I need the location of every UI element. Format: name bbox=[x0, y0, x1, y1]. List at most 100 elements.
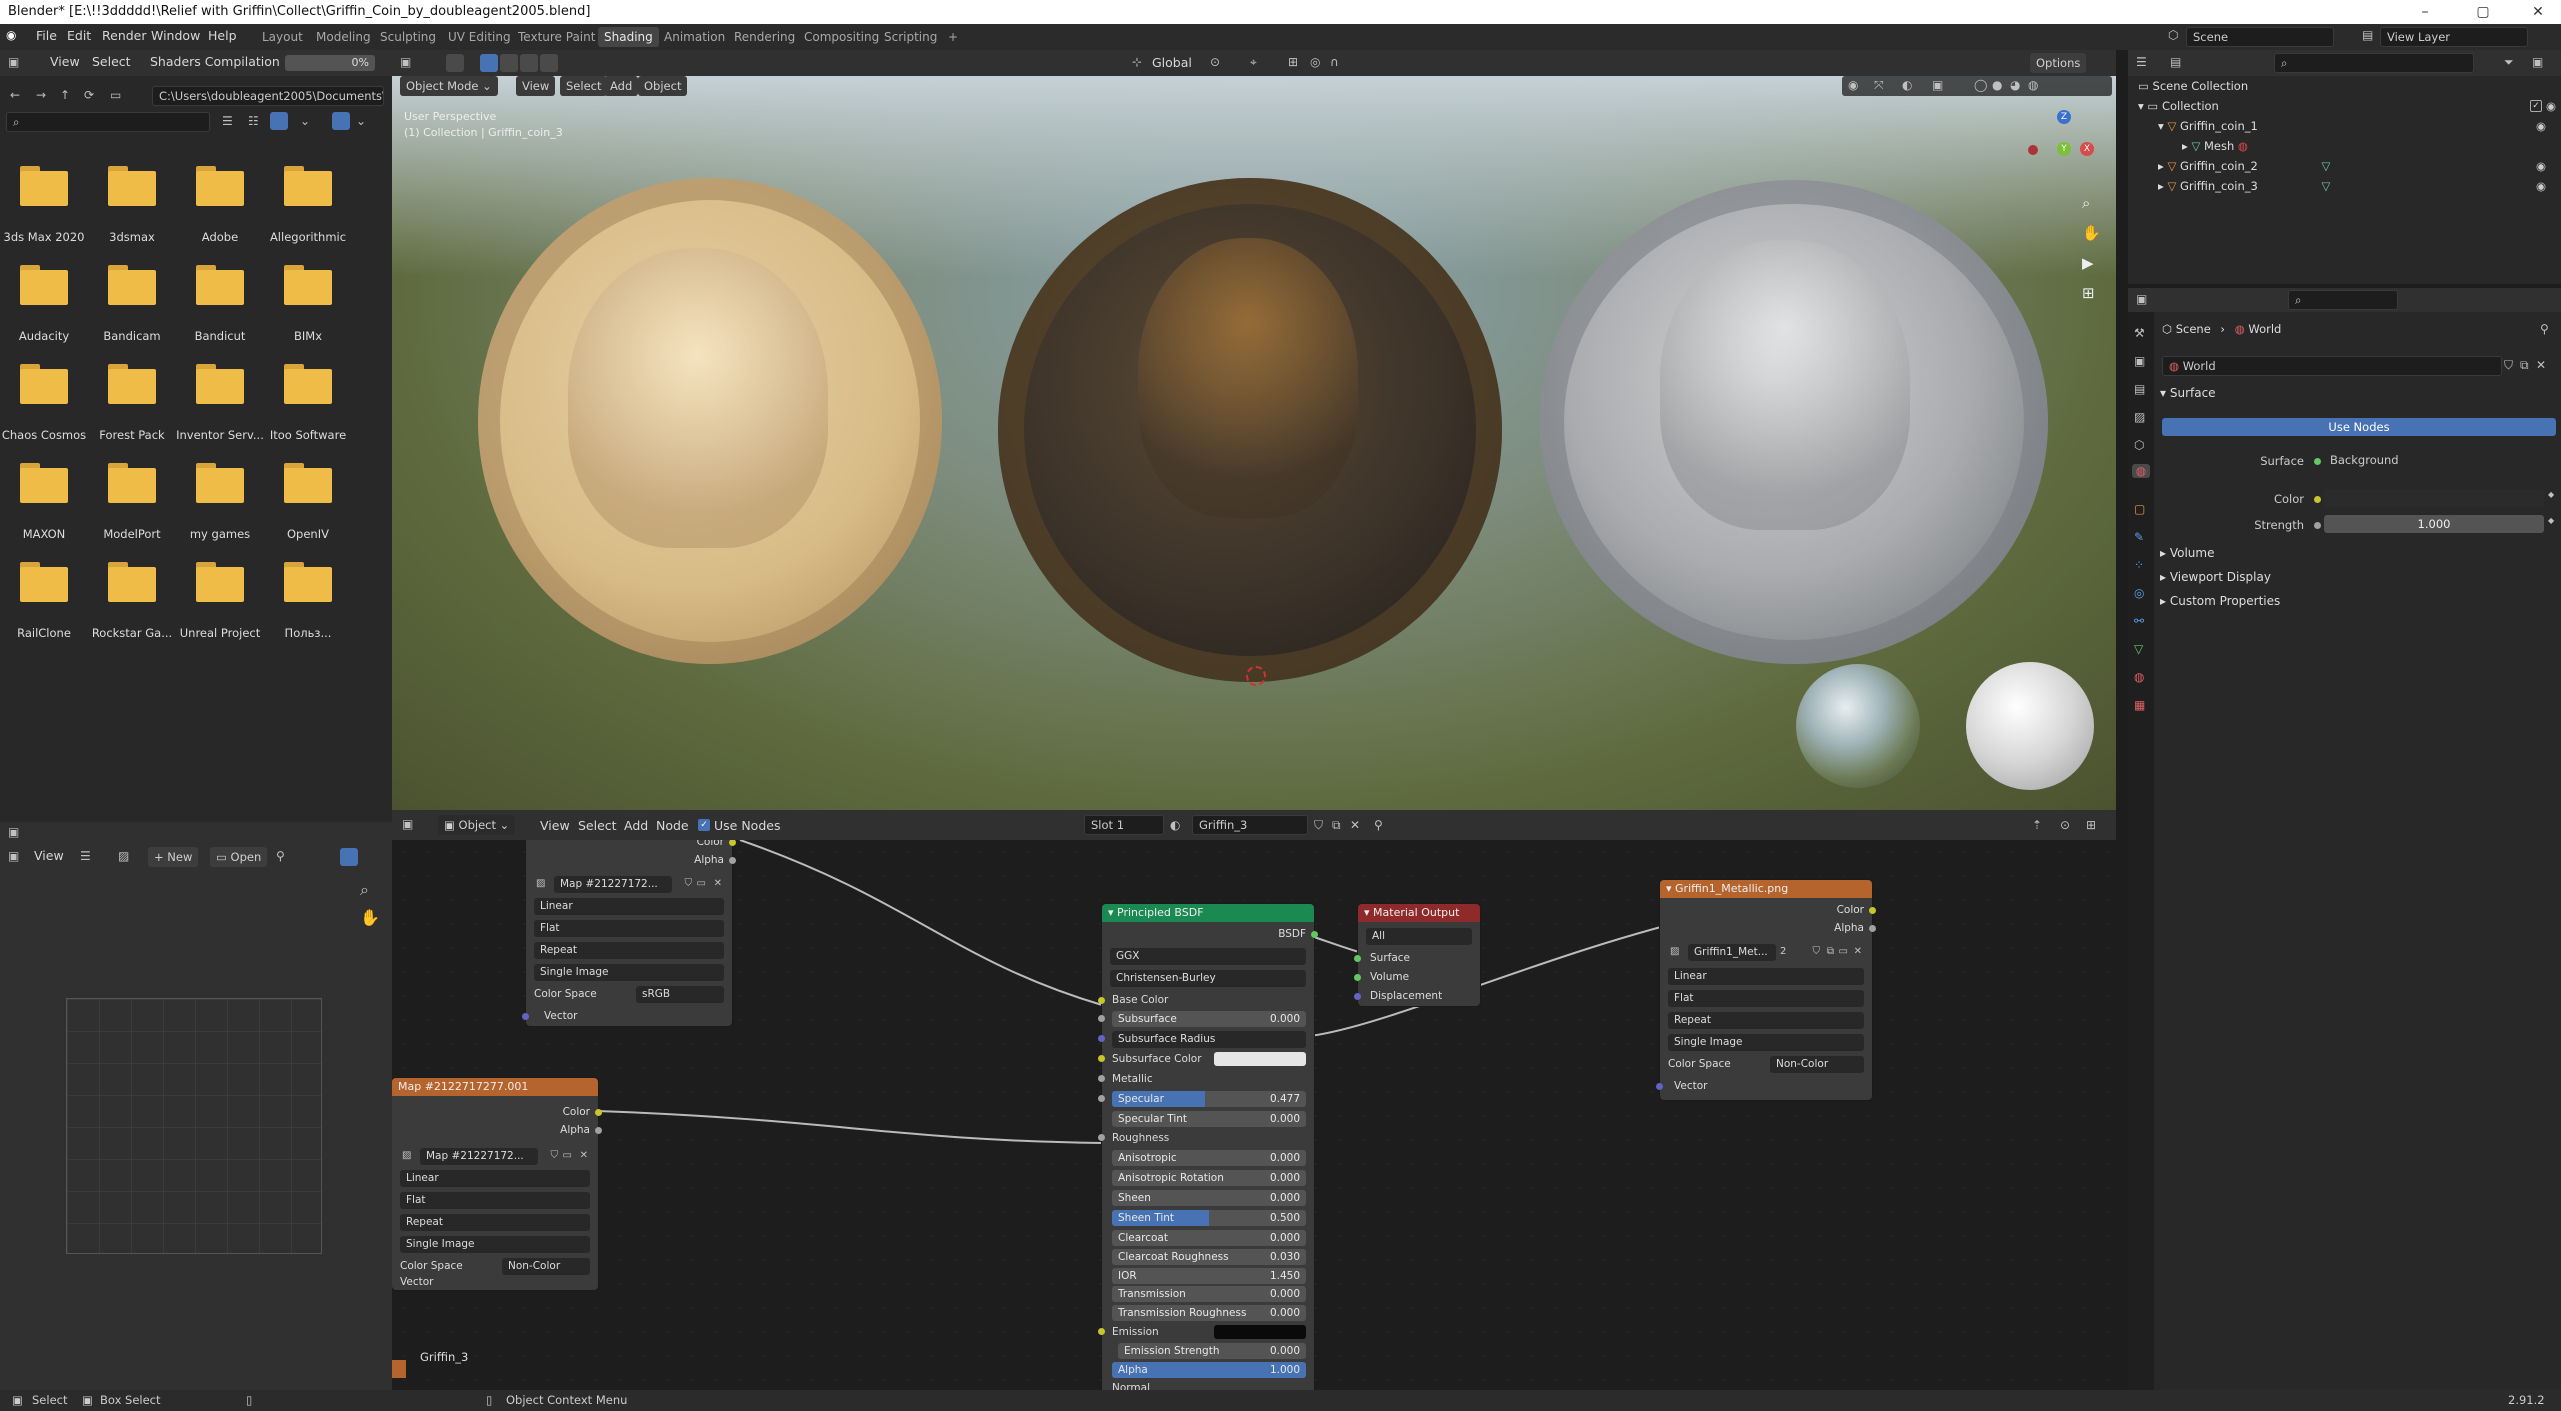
duplicate-material-icon[interactable]: ⧉ bbox=[1332, 818, 1341, 833]
folder-label[interactable]: Bandicam bbox=[88, 329, 176, 343]
coin-clay[interactable] bbox=[478, 178, 942, 664]
falloff-icon[interactable]: ∩ bbox=[1330, 55, 1339, 69]
image-selector[interactable]: Map #21227172... bbox=[420, 1148, 538, 1165]
viewport-menu-select[interactable]: Select bbox=[560, 76, 608, 96]
material-shading-icon[interactable]: ◕ bbox=[2010, 78, 2020, 92]
solid-shading-icon[interactable]: ● bbox=[1992, 78, 2002, 92]
pivot-icon[interactable]: ⊙ bbox=[1210, 55, 1220, 69]
socket-subsurface-in[interactable] bbox=[1098, 1015, 1105, 1022]
tab-scripting[interactable]: Scripting bbox=[878, 27, 943, 47]
hamburger-icon[interactable]: ☰ bbox=[80, 849, 91, 863]
extension-dropdown[interactable]: Repeat bbox=[1668, 1012, 1864, 1029]
socket-alpha-out[interactable] bbox=[1869, 925, 1876, 932]
tab-animation[interactable]: Animation bbox=[658, 27, 731, 47]
folder-label[interactable]: OpenIV bbox=[264, 527, 352, 541]
fake-user-icon[interactable]: ⛉ bbox=[685, 878, 693, 889]
constraints-tab-icon[interactable]: ⚯ bbox=[2134, 614, 2144, 628]
folder-icon[interactable] bbox=[196, 364, 244, 404]
visibility-icon[interactable]: ◉ bbox=[1848, 78, 1858, 92]
node-canvas[interactable]: Color Alpha Map #21227172... ▨ ⛉ ▭ ✕ Lin… bbox=[392, 840, 2116, 1390]
socket-bsdf-out[interactable] bbox=[1311, 931, 1318, 938]
snap-icon[interactable]: ⌖ bbox=[1250, 55, 1257, 70]
new-folder-icon[interactable]: ▭ bbox=[110, 88, 121, 102]
projection-dropdown[interactable]: Flat bbox=[534, 920, 724, 937]
viewport-menu-object[interactable]: Object bbox=[638, 76, 688, 96]
anisotropic-rotation-slider[interactable]: Anisotropic Rotation 0.000 bbox=[1112, 1170, 1306, 1186]
maximize-button[interactable]: ▢ bbox=[2460, 0, 2506, 24]
folder-icon[interactable] bbox=[284, 364, 332, 404]
socket-volume-in[interactable] bbox=[1354, 974, 1361, 981]
use-nodes-checkbox[interactable]: ✓ bbox=[698, 819, 710, 831]
world-name-field[interactable]: ◍ World bbox=[2162, 356, 2502, 376]
horizontal-list-icon[interactable]: ☷ bbox=[248, 114, 259, 128]
folder-label[interactable]: Forest Pack bbox=[88, 428, 176, 442]
viewport-menu-add[interactable]: Add bbox=[604, 76, 639, 96]
tool-tab-icon[interactable]: ⚒ bbox=[2134, 326, 2145, 340]
folder-icon[interactable] bbox=[284, 265, 332, 305]
folder-label[interactable]: Itoo Software bbox=[264, 428, 352, 442]
socket-metallic-in[interactable] bbox=[1098, 1075, 1105, 1082]
overlay-node-icon[interactable]: ⊞ bbox=[2086, 818, 2096, 832]
filter-icon[interactable] bbox=[332, 112, 350, 130]
extension-dropdown[interactable]: Repeat bbox=[400, 1214, 590, 1231]
folder-label[interactable]: Adobe bbox=[176, 230, 264, 244]
color-swatch[interactable] bbox=[2324, 489, 2544, 507]
color-space-dropdown[interactable]: sRGB bbox=[636, 986, 724, 1003]
back-icon[interactable]: ← bbox=[10, 88, 20, 102]
minimize-button[interactable]: – bbox=[2402, 0, 2448, 24]
socket-displacement-in[interactable] bbox=[1354, 993, 1361, 1000]
node-menu-node[interactable]: Node bbox=[656, 818, 689, 833]
3d-cursor-icon[interactable] bbox=[1246, 666, 1266, 686]
object-tab-icon[interactable]: ▢ bbox=[2134, 502, 2145, 516]
texture-tab-icon[interactable]: ▦ bbox=[2134, 698, 2145, 712]
select-extend-mode-icon[interactable] bbox=[500, 54, 518, 72]
view-layer-tab-icon[interactable]: ▨ bbox=[2134, 410, 2145, 424]
folder-label[interactable]: MAXON bbox=[0, 527, 88, 541]
eye-icon[interactable]: ◉ bbox=[2536, 116, 2546, 136]
eye-icon[interactable]: ◉ bbox=[2546, 96, 2556, 116]
vertical-list-icon[interactable]: ☰ bbox=[222, 114, 233, 128]
select-box-mode-icon[interactable] bbox=[480, 54, 498, 72]
outliner-item-griffin-coin-2[interactable]: ▸ ▽ Griffin_coin_2 ▽ ◉ bbox=[2158, 156, 2558, 176]
folder-icon[interactable]: ▭ bbox=[697, 878, 706, 889]
socket-emission-in[interactable] bbox=[1098, 1328, 1105, 1335]
xray-icon[interactable]: ▣ bbox=[1932, 78, 1943, 92]
strength-field[interactable]: 1.000 bbox=[2324, 515, 2544, 533]
menu-window[interactable]: Window bbox=[151, 28, 200, 43]
extension-dropdown[interactable]: Repeat bbox=[534, 942, 724, 959]
socket-alpha-out[interactable] bbox=[595, 1127, 602, 1134]
image-editor-canvas[interactable]: ⌕ ✋ bbox=[0, 870, 392, 1390]
unlink-icon[interactable]: ✕ bbox=[714, 878, 722, 889]
eye-icon[interactable]: ◉ bbox=[2536, 156, 2546, 176]
emission-strength-slider[interactable]: Emission Strength 0.000 bbox=[1118, 1343, 1306, 1359]
folder-icon[interactable] bbox=[108, 166, 156, 206]
folder-icon[interactable] bbox=[284, 463, 332, 503]
parent-dir-icon[interactable]: ↑ bbox=[60, 88, 70, 102]
blender-logo-icon[interactable]: ◉ bbox=[6, 28, 16, 42]
zoom-icon[interactable]: ⌕ bbox=[2082, 194, 2090, 212]
color-space-dropdown[interactable]: Non-Color bbox=[502, 1258, 590, 1275]
viewport-canvas[interactable]: Object Mode ⌄ View Select Add Object Use… bbox=[392, 76, 2116, 810]
object-mode-dropdown[interactable]: Object Mode ⌄ bbox=[400, 76, 498, 96]
fake-user-icon[interactable]: ⛉ bbox=[1813, 946, 1821, 957]
pin-icon[interactable]: ⚲ bbox=[276, 849, 285, 863]
new-image-button[interactable]: + New bbox=[148, 847, 199, 867]
folder-icon[interactable] bbox=[196, 166, 244, 206]
data-tab-icon[interactable]: ▽ bbox=[2134, 642, 2143, 656]
folder-label[interactable]: my games bbox=[176, 527, 264, 541]
interpolation-dropdown[interactable]: Linear bbox=[1668, 968, 1864, 985]
socket-alpha-out[interactable] bbox=[729, 857, 736, 864]
sheen-tint-slider[interactable]: Sheen Tint 0.500 bbox=[1112, 1210, 1306, 1226]
unlink-material-icon[interactable]: ✕ bbox=[1350, 818, 1360, 832]
tab-modeling[interactable]: Modeling bbox=[310, 27, 377, 47]
folder-label[interactable]: Rockstar Ga... bbox=[88, 626, 176, 640]
image-browse-icon[interactable]: ▨ bbox=[402, 1150, 411, 1161]
folder-icon[interactable] bbox=[284, 562, 332, 602]
options-button[interactable]: Options bbox=[2030, 53, 2087, 73]
folder-icon[interactable] bbox=[20, 265, 68, 305]
node-header[interactable]: ▾ Principled BSDF bbox=[1102, 904, 1314, 922]
node-image-texture-1[interactable]: Color Alpha Map #21227172... ▨ ⛉ ▭ ✕ Lin… bbox=[522, 840, 736, 1026]
folder-label[interactable]: Польз... bbox=[264, 626, 352, 640]
particles-tab-icon[interactable]: ⁘ bbox=[2134, 558, 2144, 572]
duplicate-icon[interactable]: ⧉ bbox=[2520, 358, 2529, 373]
